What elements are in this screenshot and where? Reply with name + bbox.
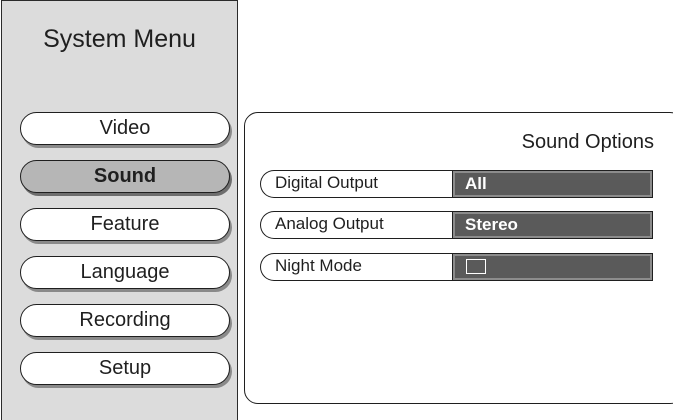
night-mode-checkbox[interactable]: [466, 259, 486, 274]
menu-item-video[interactable]: Video: [20, 112, 230, 145]
option-row-digital-output: Digital Output All: [260, 170, 655, 200]
menu-list: Video Sound Feature Language Recording S…: [20, 112, 232, 400]
night-mode-value-field[interactable]: [452, 253, 653, 281]
panel-title: Sound Options: [521, 131, 654, 153]
option-label-digital-output: Digital Output: [260, 170, 452, 198]
option-row-analog-output: Analog Output Stereo: [260, 211, 655, 241]
option-label-analog-output: Analog Output: [260, 211, 452, 239]
analog-output-value-field[interactable]: Stereo: [452, 211, 653, 239]
menu-item-sound[interactable]: Sound: [20, 160, 230, 193]
menu-item-setup[interactable]: Setup: [20, 352, 230, 385]
menu-item-recording[interactable]: Recording: [20, 304, 230, 337]
option-row-night-mode: Night Mode: [260, 253, 655, 283]
system-menu-title: System Menu: [43, 25, 196, 53]
digital-output-value-field[interactable]: All: [452, 170, 653, 198]
option-label-night-mode: Night Mode: [260, 253, 452, 281]
menu-item-language[interactable]: Language: [20, 256, 230, 289]
menu-item-feature[interactable]: Feature: [20, 208, 230, 241]
system-menu-sidebar: System Menu Video Sound Feature Language…: [1, 0, 238, 420]
sound-options-panel: Sound Options Digital Output All Analog …: [244, 112, 673, 404]
tv-settings-screen: System Menu Video Sound Feature Language…: [0, 0, 673, 420]
